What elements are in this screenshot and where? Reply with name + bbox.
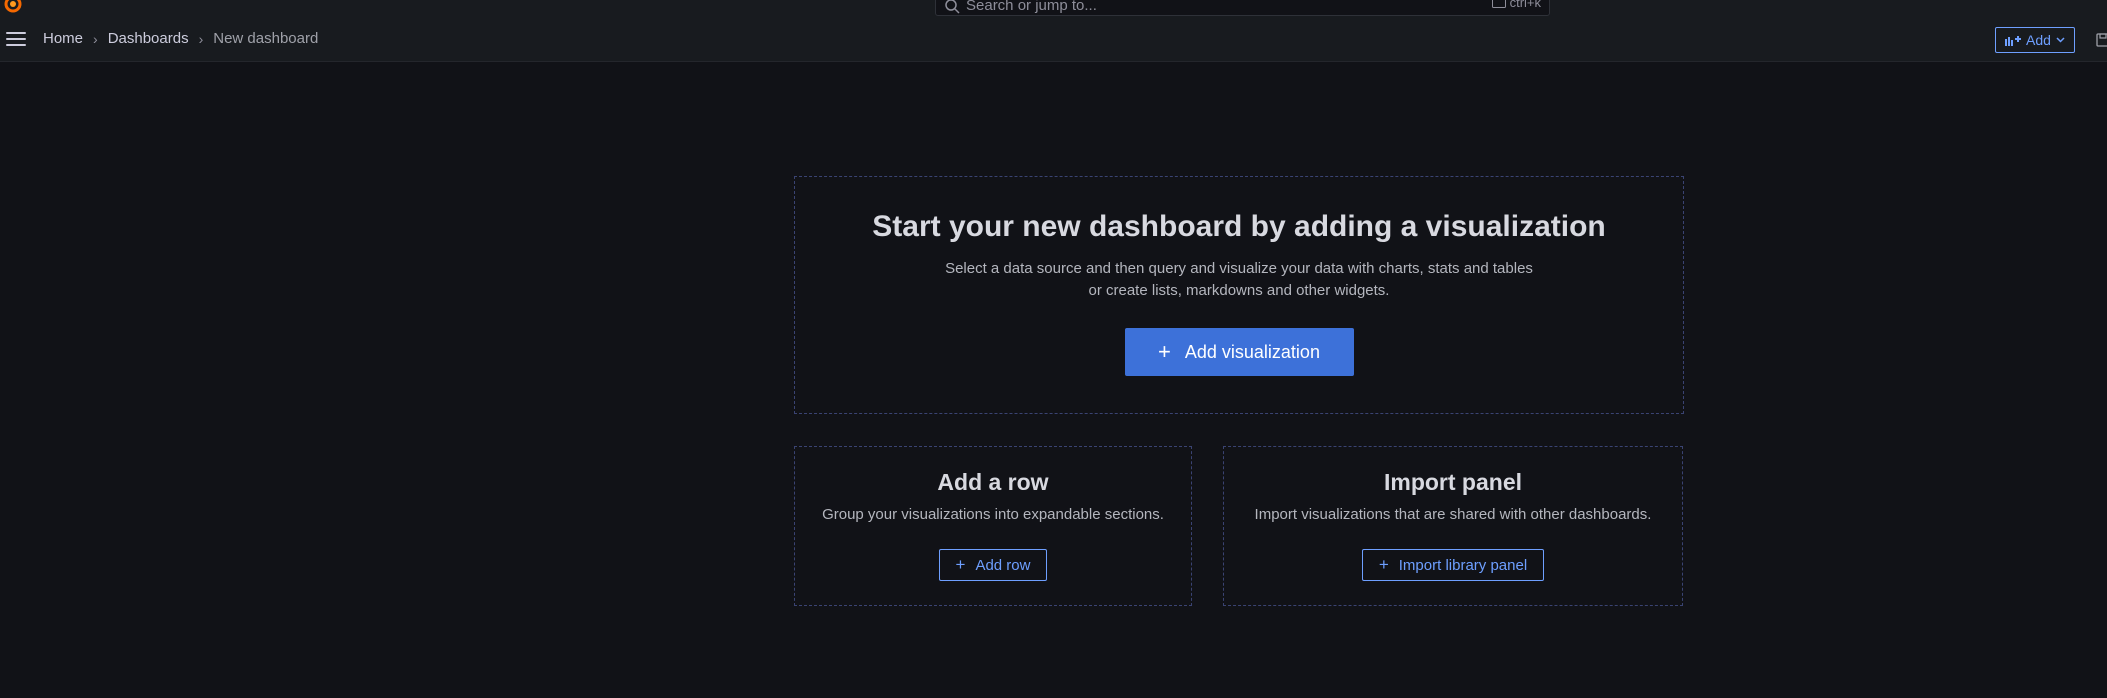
breadcrumb-separator: › (198, 30, 204, 47)
add-row-card: Add a row Group your visualizations into… (794, 446, 1192, 606)
search-placeholder: Search or jump to... (966, 0, 1097, 14)
nav-bar: Home › Dashboards › New dashboard Add (0, 16, 2107, 62)
breadcrumb: Home › Dashboards › New dashboard (43, 30, 318, 47)
search-shortcut: ctrl+k (1491, 0, 1541, 10)
import-panel-title: Import panel (1383, 469, 1522, 495)
top-bar: Search or jump to... ctrl+k (0, 0, 2107, 16)
add-row-title: Add a row (937, 469, 1049, 495)
breadcrumb-separator: › (93, 30, 98, 47)
empty-dashboard-card: Start your new dashboard by adding a vis… (794, 176, 1684, 414)
breadcrumb-current: New dashboard (213, 30, 319, 47)
grafana-logo-icon[interactable] (2, 0, 24, 14)
empty-state-desc-line1: Select a data source and then query and … (945, 260, 1533, 277)
import-library-panel-label: Import library panel (1398, 556, 1528, 574)
keyboard-icon (1491, 0, 1506, 8)
menu-icon[interactable] (6, 32, 26, 46)
breadcrumb-dashboards[interactable]: Dashboards (108, 30, 189, 47)
add-visualization-button[interactable]: + Add visualization (1124, 328, 1354, 376)
add-visualization-label: Add visualization (1184, 341, 1320, 362)
breadcrumb-home[interactable]: Home (43, 30, 83, 47)
add-row-button[interactable]: + Add row (938, 549, 1048, 581)
import-panel-description: Import visualizations that are shared wi… (1254, 506, 1652, 523)
chevron-down-icon (2056, 37, 2065, 43)
import-panel-card: Import panel Import visualizations that … (1223, 446, 1683, 606)
add-button-label: Add (2026, 32, 2051, 48)
search-icon (945, 0, 960, 14)
plus-icon: + (1378, 555, 1389, 574)
search-shortcut-label: ctrl+k (1509, 0, 1541, 10)
empty-state-desc-line2: or create lists, markdowns and other wid… (1088, 282, 1390, 299)
add-row-button-label: Add row (975, 556, 1031, 574)
add-panel-icon (2005, 36, 2022, 46)
add-button[interactable]: Add (1995, 27, 2075, 53)
empty-state-title: Start your new dashboard by adding a vis… (872, 210, 1606, 243)
plus-icon: + (955, 555, 966, 574)
save-icon[interactable] (2096, 33, 2107, 47)
import-library-panel-button[interactable]: + Import library panel (1361, 549, 1545, 581)
add-row-description: Group your visualizations into expandabl… (822, 506, 1164, 523)
search-bar[interactable]: Search or jump to... ctrl+k (935, 0, 1550, 16)
plus-icon: + (1158, 339, 1171, 364)
empty-state-description: Select a data source and then query and … (945, 258, 1533, 302)
